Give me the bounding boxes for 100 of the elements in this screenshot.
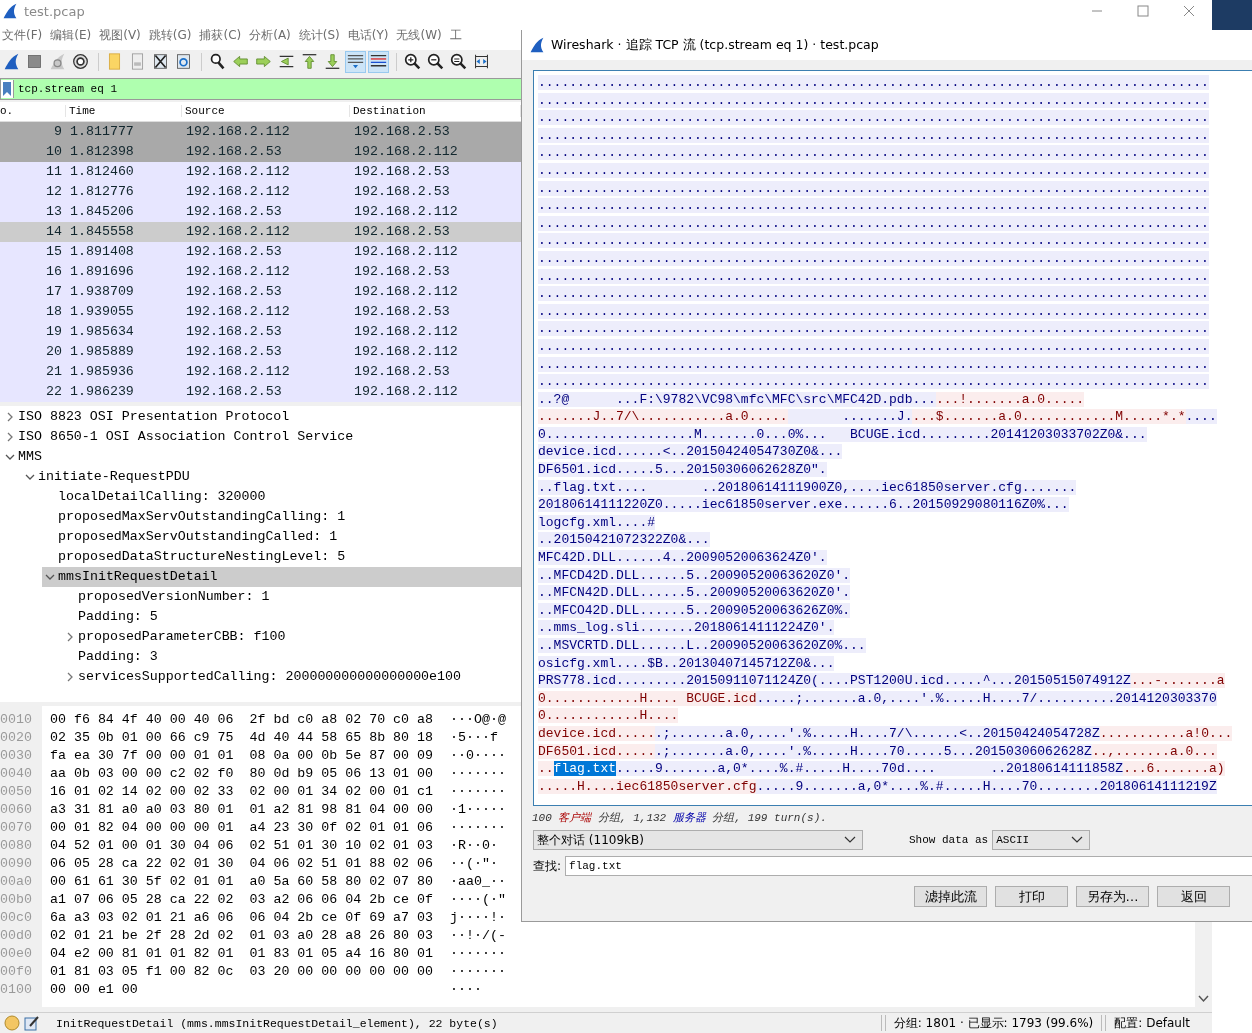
line-number: 0010 <box>0 711 33 730</box>
server-data: device.icd......<..20150424054730Z0&... <box>538 444 843 460</box>
line-number: 0050 <box>0 783 33 802</box>
server-data: .....9.......a,0*....%.#.....H....70d.... ..20180614111858Z <box>616 761 1124 777</box>
table-cell-text: 192.168.2.53 <box>185 324 283 340</box>
table-cell-text: 192.168.2.112 <box>185 124 291 140</box>
table-cell-text: 1.812776 <box>69 184 135 200</box>
line-number: 00b0 <box>0 891 33 910</box>
server-data: ...................................................................................... <box>538 162 1209 178</box>
table-cell-text: 192.168.2.53 <box>353 264 451 280</box>
table-cell-text: 1.845558 <box>69 224 135 240</box>
line-number: 00a0 <box>0 873 33 892</box>
ascii-text: ······· <box>450 963 506 982</box>
server-data: PRS778.icd.........20150911071124Z0(....PST1200U.icd.....^...20150515074912Z <box>538 673 1131 689</box>
server-data: ...................................................................................... <box>538 338 1209 354</box>
field-label: 查找: <box>533 857 562 875</box>
client-data: ...!.......a.0..... <box>935 391 1085 407</box>
ascii-text: ·aa0_·· <box>450 873 506 892</box>
table-cell-text: 1.939055 <box>69 304 135 320</box>
packet-count: 分组: 1801 · 已显示: 1793 (99.6%) <box>893 1014 1094 1032</box>
hex-bytes: 16 01 02 14 02 00 02 33 02 00 01 34 02 00 01 c1 <box>50 783 434 802</box>
ascii-text: ····(·" <box>450 891 506 910</box>
server-data: 0...................M.......0...0%... BCUGE.icd.........20141203033702Z0&... <box>538 426 1147 442</box>
client-data: ...6.......a) <box>1123 761 1225 777</box>
table-cell-text: 18 <box>45 304 63 320</box>
table-cell-text: 1.811777 <box>69 124 135 140</box>
server-data: ..flag.txt.... ..20180614111900Z0,....iec61850server.cfg....... <box>538 479 1077 495</box>
server-data: ...................................................................................... <box>538 92 1209 108</box>
hex-bytes: 06 05 28 ca 22 02 01 30 04 06 02 51 01 88 02 06 <box>50 855 434 874</box>
server-data: ...................................................................................... <box>538 303 1209 319</box>
hex-bytes: 04 e2 00 81 01 01 82 01 01 83 01 05 a4 16 80 01 <box>50 945 434 964</box>
hex-bytes: 00 61 61 30 5f 02 01 01 a0 5a 60 58 80 02 07 80 <box>50 873 434 892</box>
stream-summary: 100 客户端 分组, 1,132 服务器 分组, 199 turn(s). <box>532 811 828 824</box>
client-data: .....H....iec61850server.cfg <box>538 778 757 794</box>
server-data: ...................................................................................... <box>538 250 1209 266</box>
table-cell-text: 192.168.2.53 <box>353 184 451 200</box>
table-cell-text: 192.168.2.112 <box>185 164 291 180</box>
ascii-text: ···· <box>450 981 482 1000</box>
server-data: ...................................................................................... <box>538 268 1209 284</box>
table-cell-text: 192.168.2.112 <box>353 324 459 340</box>
table-cell-text: 192.168.2.53 <box>185 384 283 400</box>
ascii-text: ··!·/(- <box>450 927 506 946</box>
client-data: 0............H.... BCUGE.icd <box>538 690 757 706</box>
server-data: ..MFCD42D.DLL......5..20090520063620Z0'. <box>538 567 851 583</box>
hex-bytes: 00 f6 84 4f 40 00 40 06 2f bd c0 a8 02 70 c0 a8 <box>50 711 434 730</box>
field-label: Show data as <box>909 834 989 846</box>
table-cell-text: 14 <box>45 224 63 240</box>
hex-bytes: 6a a3 03 02 01 21 a6 06 06 04 2b ce 0f 69 a7 03 <box>50 909 434 928</box>
server-data: ...................................................................................... <box>538 321 1209 337</box>
table-cell-text: 12 <box>45 184 63 200</box>
client-data: ...........a!0... <box>1099 725 1233 741</box>
table-cell-text: 1.891696 <box>69 264 135 280</box>
server-data: .... <box>1185 409 1217 425</box>
server-data: ..MSVCRTD.DLL......L..20090520063620Z0%... <box>538 638 866 653</box>
ascii-text: ······· <box>450 945 506 964</box>
table-cell-text: 1.985889 <box>69 344 135 360</box>
table-cell-text: 1.985634 <box>69 324 135 340</box>
table-cell-text: 192.168.2.112 <box>353 284 459 300</box>
table-cell-text: 192.168.2.112 <box>353 344 459 360</box>
server-data: ...................................................................................... <box>538 374 1209 390</box>
window-title: test.pcap <box>24 3 85 19</box>
client-data: .......J..7/\...........a.0..... <box>538 409 788 425</box>
server-data: ...................................................................................... <box>538 145 1209 161</box>
server-data: ...................................................................................... <box>538 286 1209 302</box>
table-cell-text: 22 <box>45 384 63 400</box>
table-cell-text: 20 <box>45 344 63 360</box>
table-cell-text: 192.168.2.53 <box>185 144 283 160</box>
server-data: ...................................................................................... <box>538 110 1209 126</box>
server-data: ...................................................................................... <box>538 233 1209 249</box>
server-data: ...................................................................................... <box>538 180 1209 196</box>
table-cell-text: 19 <box>45 324 63 340</box>
table-cell-text: 192.168.2.53 <box>353 124 451 140</box>
client-data: ...-.......a <box>1130 673 1225 689</box>
table-cell-text: 1.986239 <box>69 384 135 400</box>
table-cell-text: 17 <box>45 284 63 300</box>
ascii-text: ······· <box>450 783 506 802</box>
table-cell-text: 192.168.2.53 <box>353 224 451 240</box>
table-cell-text: 13 <box>45 204 63 220</box>
client-data: device.icd..... <box>538 725 656 741</box>
hex-bytes: a1 07 06 05 28 ca 22 02 03 a2 06 06 04 2b ce 0f <box>50 891 434 910</box>
server-data: .......J. <box>787 409 913 425</box>
server-data: MFC42D.DLL......4..20090520063624Z0'. <box>538 550 827 566</box>
ascii-text: ·5···f <box>450 729 498 748</box>
table-cell-text: 192.168.2.112 <box>185 304 291 320</box>
ascii-text: ·R··0· <box>450 837 498 856</box>
line-number: 0030 <box>0 747 33 766</box>
line-number: 0100 <box>0 981 33 1000</box>
table-cell-text: 1.891408 <box>69 244 135 260</box>
hex-bytes: 02 35 0b 01 00 66 c9 75 4d 40 44 58 65 8b 80 18 <box>50 729 434 748</box>
server-data: ...................................................................................... <box>538 215 1209 231</box>
table-cell-text: 192.168.2.53 <box>185 284 283 300</box>
line-number: 00f0 <box>0 963 33 982</box>
hex-bytes: 01 81 03 05 f1 00 82 0c 03 20 00 00 00 00 00 00 <box>50 963 434 982</box>
server-data: 20180614111220Z0.....iec61850server.exe......6..20150929080116Z0%... <box>538 497 1069 513</box>
server-data: osicfg.xml....$B..20130407145712Z0&... <box>538 655 835 671</box>
table-cell-text: 192.168.2.53 <box>185 204 283 220</box>
table-cell-text: 192.168.2.112 <box>353 204 459 220</box>
line-number: 0020 <box>0 729 33 748</box>
client-data: 0............H.... <box>538 708 679 724</box>
server-data: .....;.......a.0,....'.%.....H....7/..........2014120303370 <box>756 690 1217 706</box>
